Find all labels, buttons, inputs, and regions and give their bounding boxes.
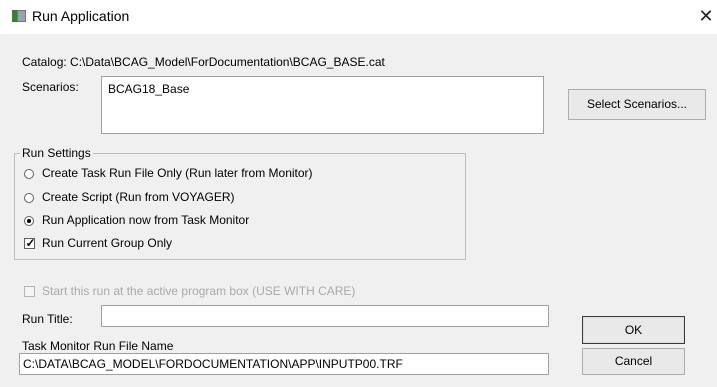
check-icon: ✓ (25, 236, 36, 250)
select-scenarios-button[interactable]: Select Scenarios... (568, 89, 706, 120)
window-title: Run Application (32, 8, 130, 24)
task-monitor-run-file-input[interactable]: C:\DATA\BCAG_MODEL\FORDOCUMENTATION\APP\… (19, 353, 549, 375)
radio-create-script[interactable] (24, 193, 34, 203)
start-active-box-label: Start this run at the active program box… (42, 284, 356, 298)
task-monitor-run-file-value: C:\DATA\BCAG_MODEL\FORDOCUMENTATION\APP\… (23, 357, 403, 371)
start-active-box-checkbox[interactable] (24, 286, 35, 297)
run-title-input[interactable] (101, 305, 549, 327)
task-monitor-label: Task Monitor Run File Name (22, 339, 174, 353)
radio-run-application-now-label[interactable]: Run Application now from Task Monitor (42, 213, 249, 227)
radio-create-task-run-file[interactable] (24, 169, 34, 179)
run-current-group-checkbox[interactable]: ✓ (24, 236, 36, 250)
application-icon (12, 10, 26, 22)
radio-create-script-label[interactable]: Create Script (Run from VOYAGER) (42, 190, 235, 204)
scenarios-list[interactable]: BCAG18_Base (101, 76, 544, 134)
radio-create-task-run-file-label[interactable]: Create Task Run File Only (Run later fro… (42, 166, 313, 180)
run-current-group-label[interactable]: Run Current Group Only (42, 236, 172, 250)
close-icon[interactable]: ✕ (697, 5, 715, 27)
cancel-button[interactable]: Cancel (582, 348, 685, 375)
scenario-item[interactable]: BCAG18_Base (108, 82, 189, 96)
scenarios-label: Scenarios: (22, 80, 79, 94)
ok-button[interactable]: OK (582, 316, 685, 344)
radio-run-application-now[interactable] (24, 216, 34, 226)
catalog-path: Catalog: C:\Data\BCAG_Model\ForDocumenta… (22, 55, 385, 69)
run-title-label: Run Title: (22, 312, 73, 326)
run-settings-legend: Run Settings (20, 146, 93, 160)
